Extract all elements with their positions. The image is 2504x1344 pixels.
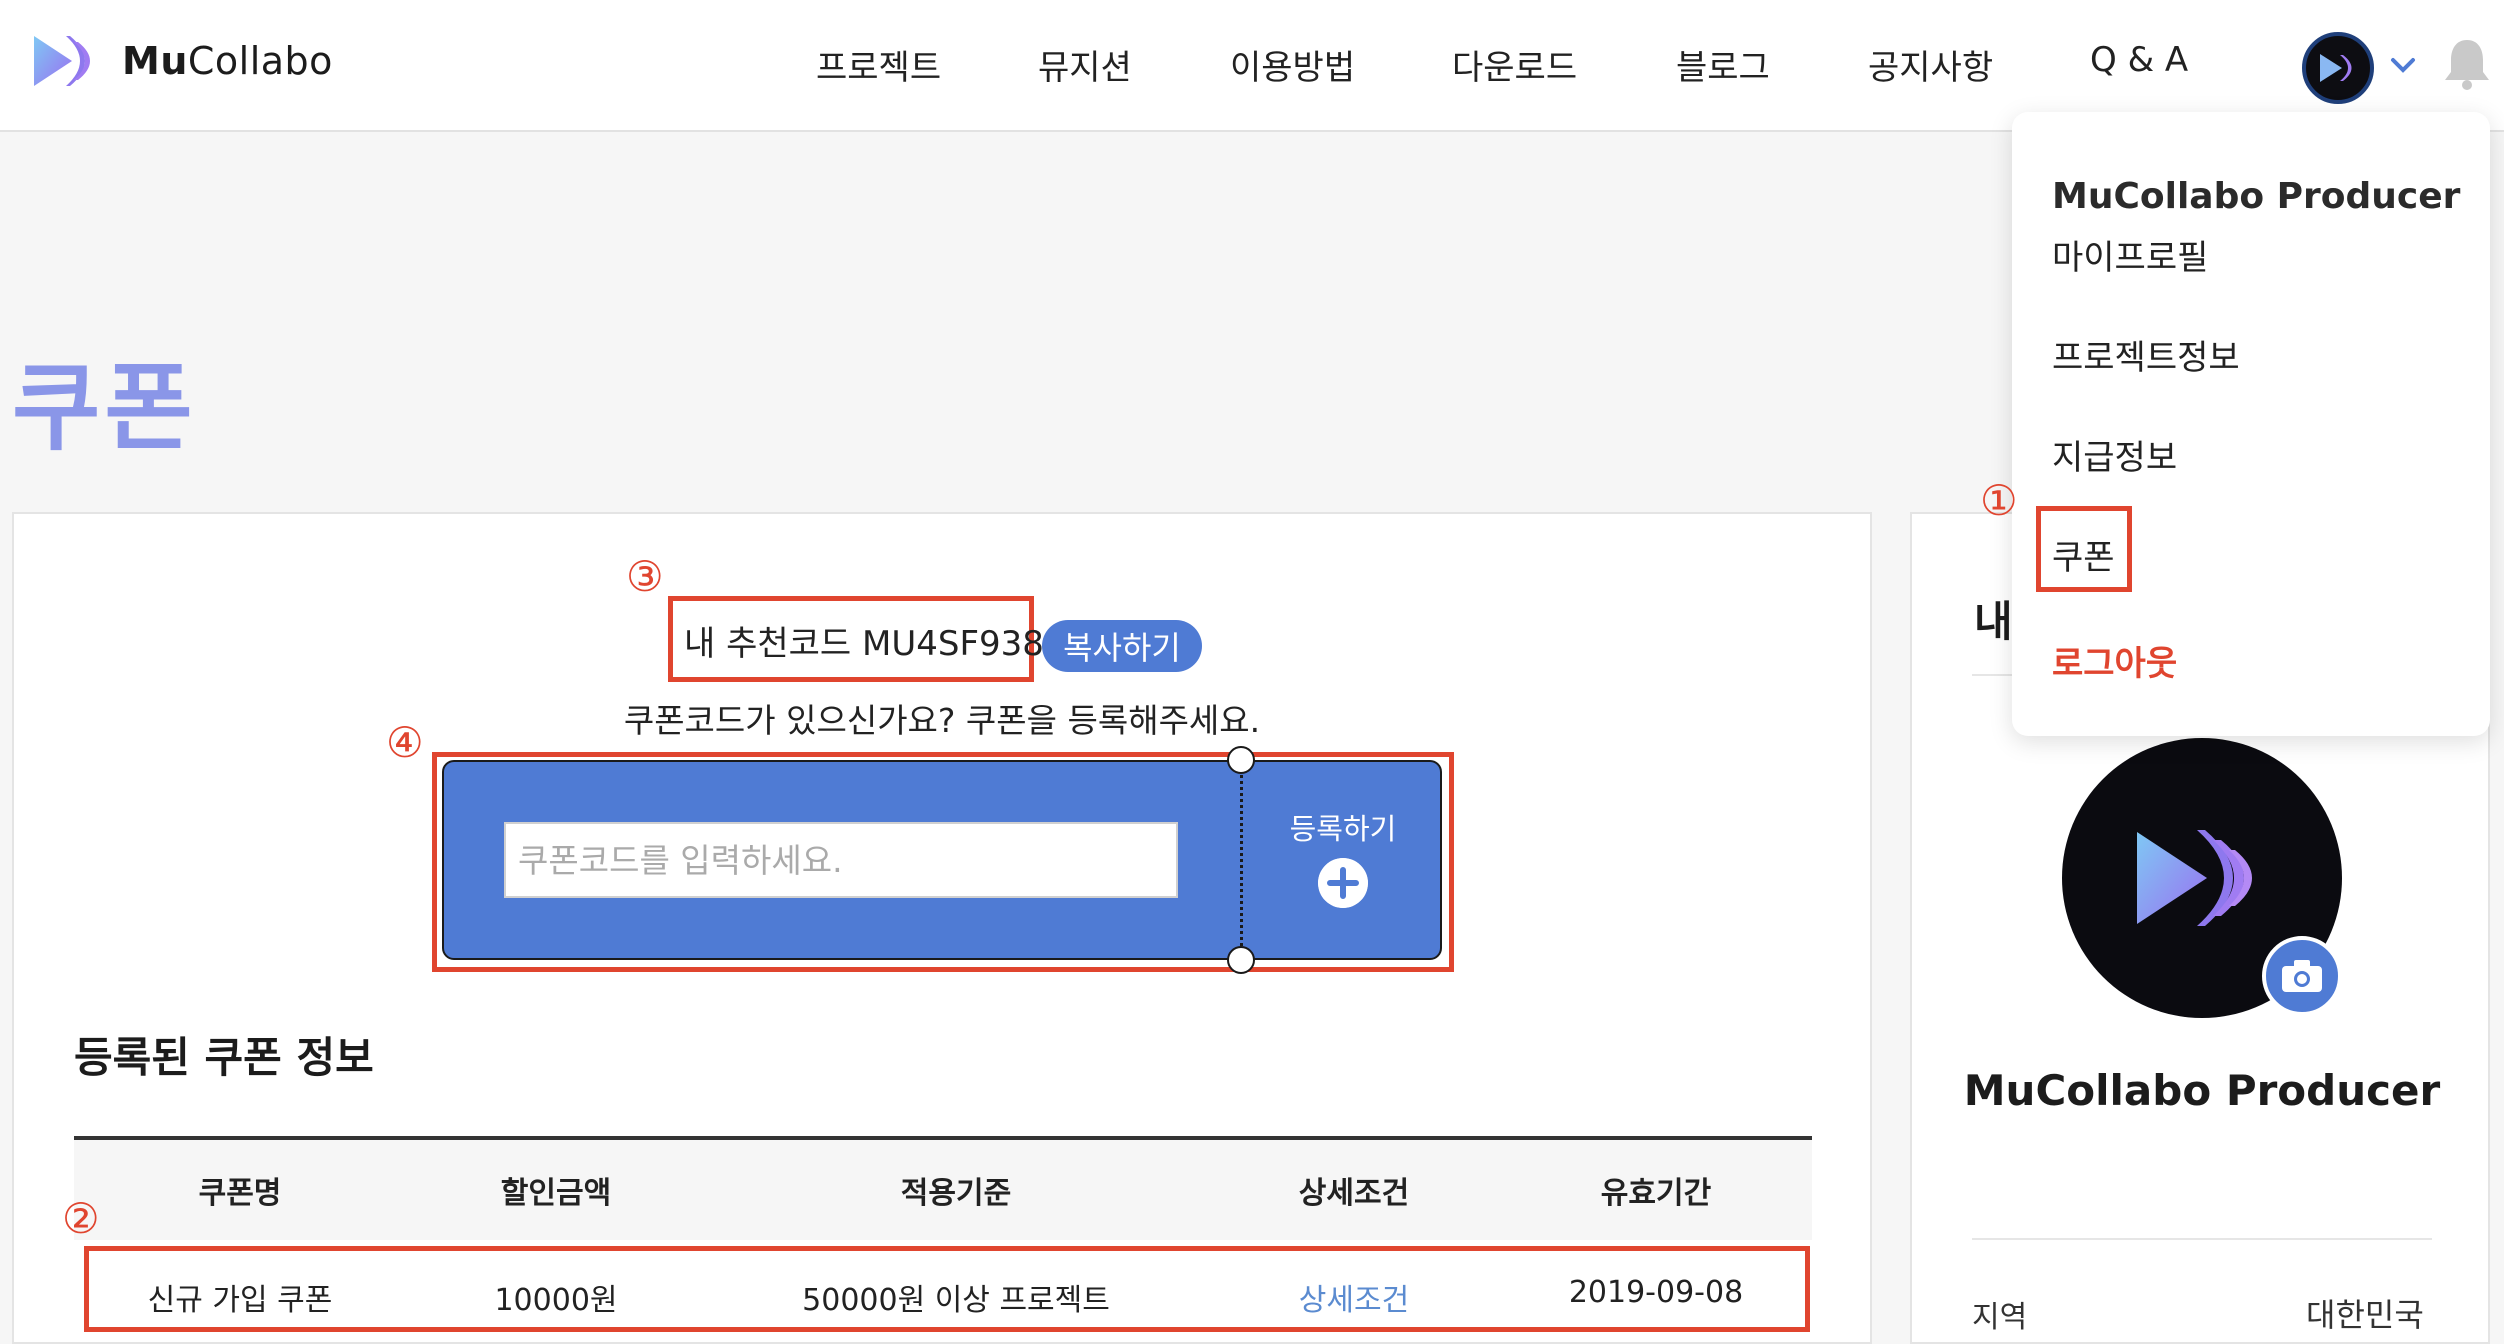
cell-criteria: 50000원 이상 프로젝트 — [802, 1283, 1110, 1318]
plus-icon[interactable] — [1318, 858, 1368, 908]
col-criteria: 적용기준 — [900, 1176, 1012, 1211]
avatar-logo-icon — [2320, 54, 2352, 82]
copy-button[interactable]: 복사하기 — [1042, 620, 1202, 672]
coupon-question: 쿠폰코드가 있으신가요? 쿠폰을 등록해주세요. — [623, 701, 1261, 740]
coupon-code-input[interactable] — [504, 822, 1178, 898]
marker-4: ④ — [386, 718, 424, 767]
col-validity: 유효기간 — [1600, 1176, 1712, 1211]
menu-project-info[interactable]: 프로젝트정보 — [2052, 330, 2240, 379]
col-details: 상세조건 — [1298, 1176, 1410, 1211]
nav-musicians[interactable]: 뮤지션 — [1038, 40, 1132, 89]
nav-how-to-use[interactable]: 이용방법 — [1230, 40, 1355, 89]
profile-card-title: 내 — [1974, 597, 2013, 646]
registered-coupons-title: 등록된 쿠폰 정보 — [74, 1033, 374, 1082]
nav-qna[interactable]: Q & A — [2090, 40, 2188, 80]
dropdown-user-name: MuCollabo Producer — [2052, 176, 2461, 217]
profile-divider-2 — [1972, 1238, 2432, 1240]
referral-code-text: 내 추천코드 MU4SF938 — [684, 623, 1044, 664]
profile-name: MuCollabo Producer — [1963, 1066, 2441, 1115]
referral-code-row: 내 추천코드 MU4SF938 — [670, 600, 1058, 680]
nav-notice[interactable]: 공지사항 — [1868, 40, 1993, 89]
nav-download[interactable]: 다운로드 — [1452, 40, 1577, 89]
camera-icon — [2282, 960, 2322, 992]
page-title: 쿠폰 — [12, 352, 197, 464]
marker-2: ② — [62, 1194, 100, 1243]
region-label: 지역 — [1972, 1300, 2028, 1335]
user-avatar-button[interactable] — [2302, 32, 2374, 104]
cell-validity: 2019-09-08 — [1568, 1275, 1744, 1310]
ticket-divider — [1240, 762, 1243, 958]
menu-my-profile[interactable]: 마이프로필 — [2052, 230, 2208, 279]
cell-discount: 10000원 — [494, 1283, 618, 1318]
menu-coupon[interactable]: 쿠폰 — [2052, 530, 2115, 579]
cell-details-link[interactable]: 상세조건 — [1264, 1275, 1444, 1319]
menu-logout[interactable]: 로그아웃 — [2052, 636, 2177, 685]
marker-1: ① — [1980, 476, 2018, 525]
ticket-notch-top — [1227, 746, 1255, 774]
col-discount: 할인금액 — [500, 1176, 612, 1211]
nav-projects[interactable]: 프로젝트 — [816, 40, 941, 89]
chevron-down-icon[interactable] — [2388, 50, 2418, 80]
region-value: 대한민국 — [2306, 1296, 2424, 1334]
ticket-notch-bottom — [1227, 946, 1255, 974]
cell-coupon-name: 신규 가입 쿠폰 — [147, 1283, 333, 1318]
marker-3: ③ — [626, 552, 664, 601]
col-coupon-name: 쿠폰명 — [198, 1176, 282, 1211]
bell-icon[interactable] — [2442, 36, 2492, 92]
nav-blog[interactable]: 블로그 — [1676, 40, 1770, 89]
profile-logo-icon — [2137, 830, 2252, 926]
camera-button[interactable] — [2262, 936, 2342, 1016]
menu-payment-info[interactable]: 지급정보 — [2052, 430, 2177, 479]
coupon-ticket: 등록하기 — [442, 746, 1442, 974]
register-button-label[interactable]: 등록하기 — [1244, 806, 1442, 848]
